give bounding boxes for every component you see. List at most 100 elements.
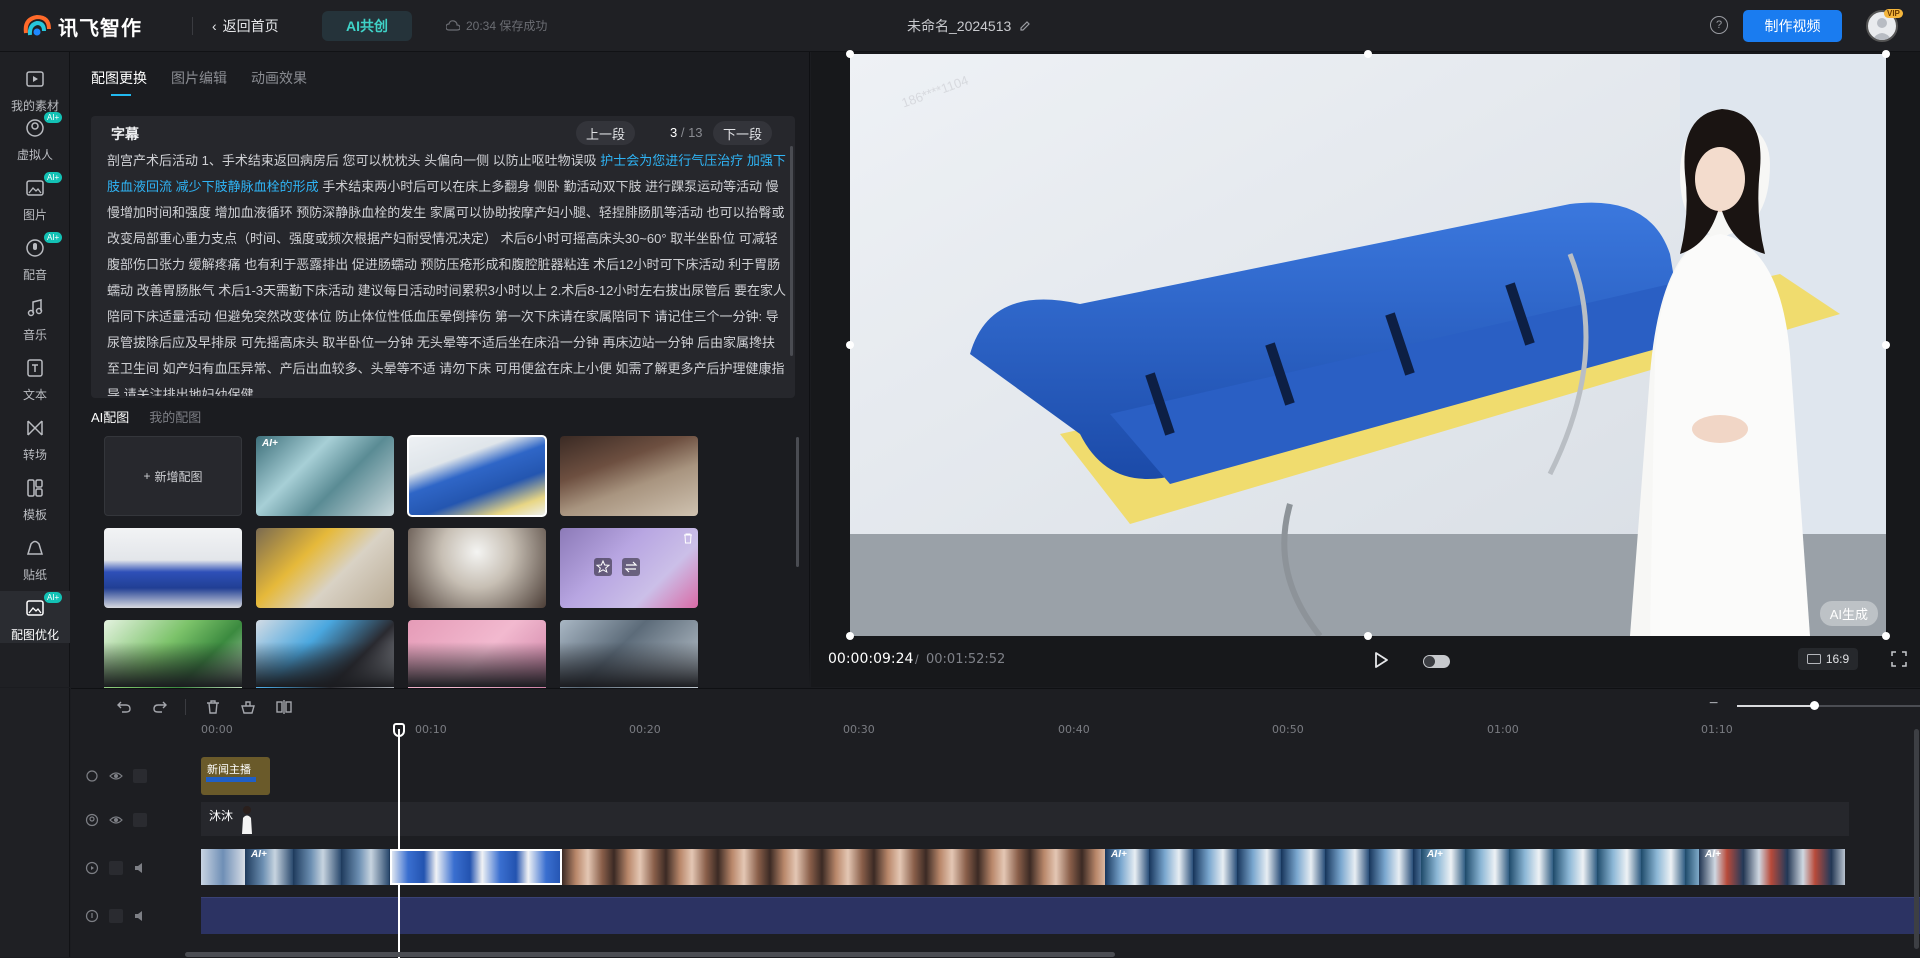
avatar-clip-label: 沐沐 <box>209 809 234 823</box>
sidebar-item-sticker[interactable]: 贴纸 <box>0 531 70 583</box>
video-clip[interactable]: AI+ <box>245 849 390 885</box>
back-home-button[interactable]: ‹ 返回首页 <box>212 16 279 36</box>
undo-icon[interactable] <box>115 698 133 716</box>
sidebar-item-voice[interactable]: AI+ 配音 <box>0 231 70 283</box>
resize-handle[interactable] <box>1364 50 1372 58</box>
eye-icon[interactable] <box>109 769 123 783</box>
eye-icon[interactable] <box>109 813 123 827</box>
logo-text: 讯飞智作 <box>58 18 142 40</box>
prev-segment-button[interactable]: 上一段 <box>576 121 636 145</box>
subtitle-text[interactable]: 剖宫产术后活动 1、手术结束返回病房后 您可以枕枕头 头偏向一侧 以防止呕吐物误… <box>107 148 787 396</box>
sidebar-item-image-optimize[interactable]: AI+ 配图优化 <box>0 591 70 643</box>
speaker-icon[interactable] <box>133 861 147 875</box>
tab-image-edit[interactable]: 图片编辑 <box>171 68 227 96</box>
resize-handle[interactable] <box>1882 632 1890 640</box>
lock-icon[interactable] <box>133 769 147 783</box>
segment-counter: 3 / 13 <box>670 125 703 140</box>
news-anchor-clip-label: 新闻主播 <box>207 764 251 776</box>
cloud-check-icon <box>446 19 460 31</box>
sidebar-item-text[interactable]: 文本 <box>0 351 70 403</box>
segment-total: 13 <box>688 125 703 140</box>
editor-tabs: 配图更换 图片编辑 动画效果 <box>91 68 307 96</box>
lock-icon[interactable] <box>109 909 123 923</box>
tab-my-images[interactable]: 我的配图 <box>149 407 201 426</box>
save-status: 20:34 保存成功 <box>446 17 547 34</box>
video-clip[interactable]: AI+ <box>1105 849 1421 885</box>
lock-icon[interactable] <box>109 861 123 875</box>
video-clip[interactable]: AI+ <box>1421 849 1699 885</box>
resize-handle[interactable] <box>1364 632 1372 640</box>
subtitle-scrollbar[interactable] <box>790 146 793 356</box>
help-icon[interactable]: ? <box>1710 16 1728 34</box>
star-icon[interactable] <box>594 558 612 576</box>
image-thumbnail[interactable] <box>408 528 546 608</box>
timeline-vertical-scrollbar[interactable] <box>1914 729 1919 949</box>
image-editor-panel: 配图更换 图片编辑 动画效果 字幕 上一段 3 / 13 下一段 剖宫产术后活动… <box>71 52 810 700</box>
delete-icon[interactable] <box>204 698 222 716</box>
image-grid-scrollbar[interactable] <box>796 437 799 567</box>
split-icon[interactable] <box>275 698 293 716</box>
zoom-slider[interactable] <box>1737 701 1920 710</box>
sidebar-item-image[interactable]: AI+ 图片 <box>0 171 70 223</box>
image-thumbnail[interactable] <box>560 528 698 608</box>
tick-label: 00:00 <box>201 723 233 736</box>
sidebar-item-music[interactable]: 音乐 <box>0 291 70 343</box>
timeline-horizontal-scrollbar[interactable] <box>185 952 1115 957</box>
playhead[interactable] <box>398 729 400 958</box>
image-thumbnail[interactable] <box>104 528 242 608</box>
preview-toggle[interactable] <box>1423 655 1450 668</box>
clear-icon[interactable] <box>239 698 257 716</box>
lock-icon[interactable] <box>133 813 147 827</box>
bottom-fade <box>71 642 810 687</box>
image-thumbnail[interactable] <box>560 436 698 516</box>
video-clip-selected[interactable] <box>390 849 562 885</box>
resize-handle[interactable] <box>1882 50 1890 58</box>
tab-ai-images[interactable]: AI配图 <box>91 407 129 426</box>
resize-handle[interactable] <box>846 341 854 349</box>
document-title[interactable]: 未命名_2024513 <box>907 16 1031 36</box>
sidebar-item-transition[interactable]: 转场 <box>0 411 70 463</box>
track-controls-avatar <box>85 810 185 830</box>
image-thumbnail-selected[interactable] <box>407 435 547 517</box>
speaker-icon[interactable] <box>133 909 147 923</box>
play-icon[interactable] <box>1371 650 1391 670</box>
ai-cocreate-button[interactable]: AI共创 <box>322 11 412 41</box>
divider <box>192 17 193 35</box>
zoom-out-icon[interactable]: − <box>1709 695 1718 713</box>
tab-animation[interactable]: 动画效果 <box>251 68 307 96</box>
aspect-ratio-button[interactable]: 16:9 <box>1798 648 1858 670</box>
make-video-button[interactable]: 制作视频 <box>1743 10 1842 42</box>
image-thumbnail[interactable]: AI+ <box>256 436 394 516</box>
tab-replace-image[interactable]: 配图更换 <box>91 68 147 96</box>
delete-icon[interactable] <box>682 532 694 544</box>
ai-badge: AI+ <box>44 592 63 603</box>
transition-icon <box>27 420 43 436</box>
ai-tag: AI+ <box>1111 849 1127 860</box>
sidebar-item-my-materials[interactable]: 我的素材 <box>0 62 70 114</box>
app-logo[interactable]: 讯飞智作 <box>22 12 142 41</box>
video-clip[interactable] <box>201 849 245 885</box>
sidebar-item-template[interactable]: 模板 <box>0 471 70 523</box>
news-anchor-clip[interactable]: 新闻主播 <box>201 757 270 795</box>
resize-handle[interactable] <box>846 632 854 640</box>
timeline-ruler[interactable]: 00:00 00:10 00:20 00:30 00:40 00:50 01:0… <box>201 723 1920 739</box>
add-image-button[interactable]: + 新增配图 <box>104 436 242 516</box>
preview-canvas[interactable]: AI生成 186****1104 <box>850 54 1886 636</box>
resize-handle[interactable] <box>846 50 854 58</box>
avatar-clip[interactable]: 沐沐 <box>201 802 1849 836</box>
next-segment-button[interactable]: 下一段 <box>713 121 773 145</box>
image-thumbnail[interactable] <box>256 528 394 608</box>
swap-icon[interactable] <box>622 558 640 576</box>
redo-icon[interactable] <box>151 698 169 716</box>
audio-clip[interactable] <box>201 897 1920 934</box>
ai-generated-badge: AI生成 <box>1819 601 1878 626</box>
tick-label: 00:30 <box>843 723 875 736</box>
fullscreen-icon[interactable] <box>1891 651 1907 667</box>
segment-separator: / <box>677 125 689 140</box>
edit-pencil-icon[interactable] <box>1019 20 1031 32</box>
video-clip[interactable]: AI+ <box>1699 849 1845 885</box>
sidebar-item-avatar[interactable]: AI+ 虚拟人 <box>0 111 70 163</box>
zoom-slider-knob[interactable] <box>1810 701 1819 710</box>
resize-handle[interactable] <box>1882 341 1890 349</box>
video-clip[interactable] <box>562 849 1105 885</box>
